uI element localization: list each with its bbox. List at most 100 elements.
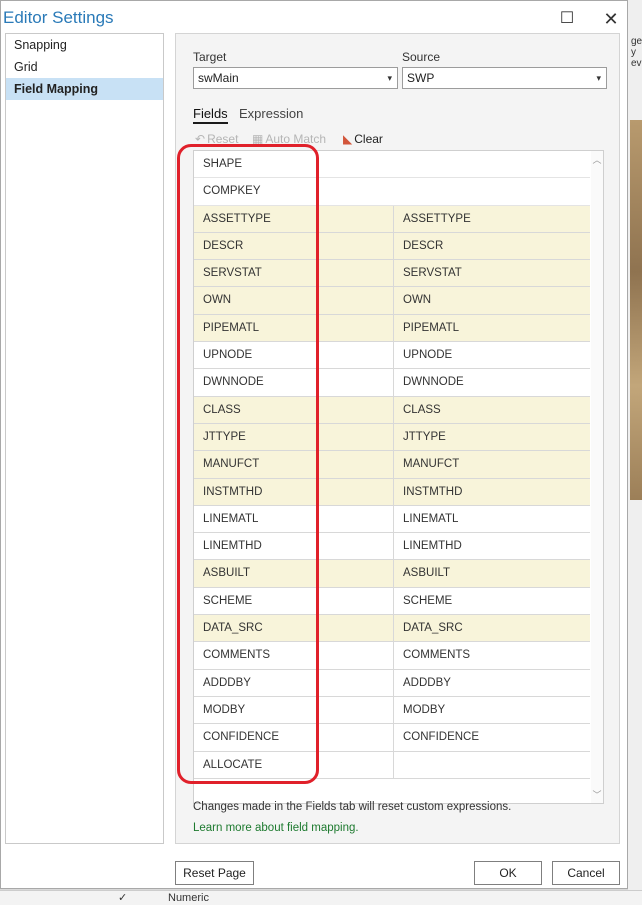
source-field-cell[interactable]: MODBY [403, 697, 445, 724]
column-divider [393, 369, 394, 396]
column-divider [393, 314, 394, 342]
target-field-cell: LINEMTHD [203, 540, 262, 553]
mapping-row[interactable]: INSTMTHD INSTMTHD [194, 478, 590, 506]
column-divider [393, 587, 394, 615]
mapping-row[interactable]: LINEMTHD LINEMTHD [194, 533, 590, 561]
mapping-row[interactable]: LINEMATL LINEMATL [194, 505, 590, 534]
column-divider [393, 696, 394, 724]
nav-item-field-mapping[interactable]: Field Mapping [6, 78, 163, 100]
source-field-cell[interactable]: DATA_SRC [403, 615, 463, 642]
mapping-row[interactable]: DWNNODE DWNNODE [194, 369, 590, 397]
eraser-icon: ◣ [343, 132, 353, 146]
target-field-cell: CLASS [203, 403, 241, 416]
target-field-cell: ASBUILT [203, 567, 251, 580]
reset-button-label: Reset [207, 132, 239, 146]
mapping-row[interactable]: DESCR DESCR [194, 232, 590, 261]
target-field-cell: LINEMATL [203, 512, 259, 525]
mapping-row[interactable]: UPNODE UPNODE [194, 342, 590, 370]
column-divider [393, 560, 394, 587]
mapping-row[interactable]: MANUFCT MANUFCT [194, 451, 590, 479]
mapping-row[interactable]: ADDDBY ADDDBY [194, 669, 590, 697]
source-field-cell[interactable]: DWNNODE [403, 369, 464, 396]
reset-button[interactable]: ↶ Reset [195, 132, 238, 146]
learn-more-link[interactable]: Learn more about field mapping. [193, 822, 359, 834]
source-field-cell[interactable]: ASBUILT [403, 560, 450, 587]
target-field-cell: PIPEMATL [203, 321, 260, 334]
source-field-cell[interactable]: CONFIDENCE [403, 724, 479, 751]
target-select[interactable]: swMain ▾ [193, 67, 398, 89]
target-field-cell: ALLOCATE [203, 758, 263, 771]
mapping-row[interactable]: SHAPE [194, 151, 590, 179]
mapping-row[interactable]: MODBY MODBY [194, 696, 590, 725]
source-field-cell[interactable]: PIPEMATL [403, 315, 459, 342]
source-field-cell[interactable]: INSTMTHD [403, 479, 462, 506]
source-field-cell[interactable]: SERVSTAT [403, 260, 462, 287]
column-divider [393, 287, 394, 314]
nav-item-grid[interactable]: Grid [6, 56, 163, 78]
column-divider [393, 342, 394, 369]
column-divider [393, 642, 394, 669]
tab-expression[interactable]: Expression [239, 106, 303, 121]
mapping-row[interactable]: CLASS CLASS [194, 396, 590, 424]
target-field-cell: UPNODE [203, 349, 253, 362]
source-field-cell[interactable]: DESCR [403, 233, 443, 260]
chevron-down-icon: ▾ [387, 73, 392, 83]
mapping-row[interactable]: DATA_SRC DATA_SRC [194, 615, 590, 643]
background-peek-line: ge [631, 36, 642, 47]
mapping-row[interactable]: CONFIDENCE CONFIDENCE [194, 724, 590, 752]
source-field-cell[interactable]: UPNODE [403, 342, 452, 369]
mapping-row[interactable]: COMPKEY [194, 178, 590, 206]
source-field-cell[interactable]: COMMENTS [403, 642, 470, 669]
cancel-button[interactable]: Cancel [552, 861, 620, 885]
mapping-row[interactable]: PIPEMATL PIPEMATL [194, 314, 590, 343]
target-field-cell: DWNNODE [203, 376, 264, 389]
settings-nav: Snapping Grid Field Mapping [5, 33, 164, 844]
column-divider [393, 232, 394, 260]
grid-icon: ▦ [252, 132, 264, 146]
mapping-row[interactable]: SERVSTAT SERVSTAT [194, 260, 590, 288]
source-field-cell[interactable]: SCHEME [403, 588, 452, 615]
background-checkbox: ✓ [118, 892, 128, 904]
mapping-row[interactable]: OWN OWN [194, 287, 590, 315]
source-field-cell[interactable]: LINEMTHD [403, 533, 462, 560]
scroll-up-icon[interactable]: ︿ [591, 153, 603, 166]
dialog-title: Editor Settings [3, 8, 114, 27]
target-field-cell: MODBY [203, 703, 246, 716]
target-field-cell: JTTYPE [203, 430, 246, 443]
clear-button[interactable]: ◣ Clear [343, 132, 383, 146]
mapping-row[interactable]: COMMENTS COMMENTS [194, 642, 590, 670]
nav-item-snapping[interactable]: Snapping [6, 34, 163, 56]
source-field-cell[interactable]: ASSETTYPE [403, 206, 471, 233]
tab-fields[interactable]: Fields [193, 106, 228, 124]
background-table-strip: ✓ Numeric [0, 890, 642, 905]
mapping-row[interactable]: SCHEME SCHEME [194, 587, 590, 616]
fields-info-text: Changes made in the Fields tab will rese… [193, 801, 512, 813]
target-select-value: swMain [198, 71, 239, 85]
column-divider [393, 724, 394, 751]
auto-match-button[interactable]: ▦ Auto Match [252, 132, 326, 146]
reset-page-button[interactable]: Reset Page [175, 861, 254, 885]
source-field-cell[interactable]: OWN [403, 287, 431, 314]
source-field-cell[interactable]: CLASS [403, 397, 441, 424]
maximize-icon[interactable]: ☐ [555, 7, 579, 31]
scroll-down-icon[interactable]: ﹀ [591, 788, 603, 801]
column-divider [393, 260, 394, 287]
source-field-cell[interactable]: LINEMATL [403, 506, 458, 533]
source-field-cell[interactable]: JTTYPE [403, 424, 446, 451]
field-mapping-panel: Target swMain ▾ Source SWP ▾ Fields Expr… [175, 33, 620, 844]
auto-match-button-label: Auto Match [265, 132, 327, 146]
mapping-row[interactable]: JTTYPE JTTYPE [194, 423, 590, 452]
close-icon[interactable]: ✕ [599, 7, 623, 31]
column-divider [393, 751, 394, 778]
grid-scrollbar[interactable]: ︿ ﹀ [591, 151, 603, 803]
target-field-cell: COMPKEY [203, 185, 261, 198]
mapping-row[interactable]: ALLOCATE [194, 751, 590, 779]
column-divider [393, 396, 394, 423]
source-select[interactable]: SWP ▾ [402, 67, 607, 89]
source-field-cell[interactable]: ADDDBY [403, 670, 451, 697]
source-field-cell[interactable]: MANUFCT [403, 451, 459, 478]
column-divider [393, 205, 394, 232]
mapping-row[interactable]: ASSETTYPE ASSETTYPE [194, 205, 590, 233]
mapping-row[interactable]: ASBUILT ASBUILT [194, 560, 590, 588]
ok-button[interactable]: OK [474, 861, 542, 885]
